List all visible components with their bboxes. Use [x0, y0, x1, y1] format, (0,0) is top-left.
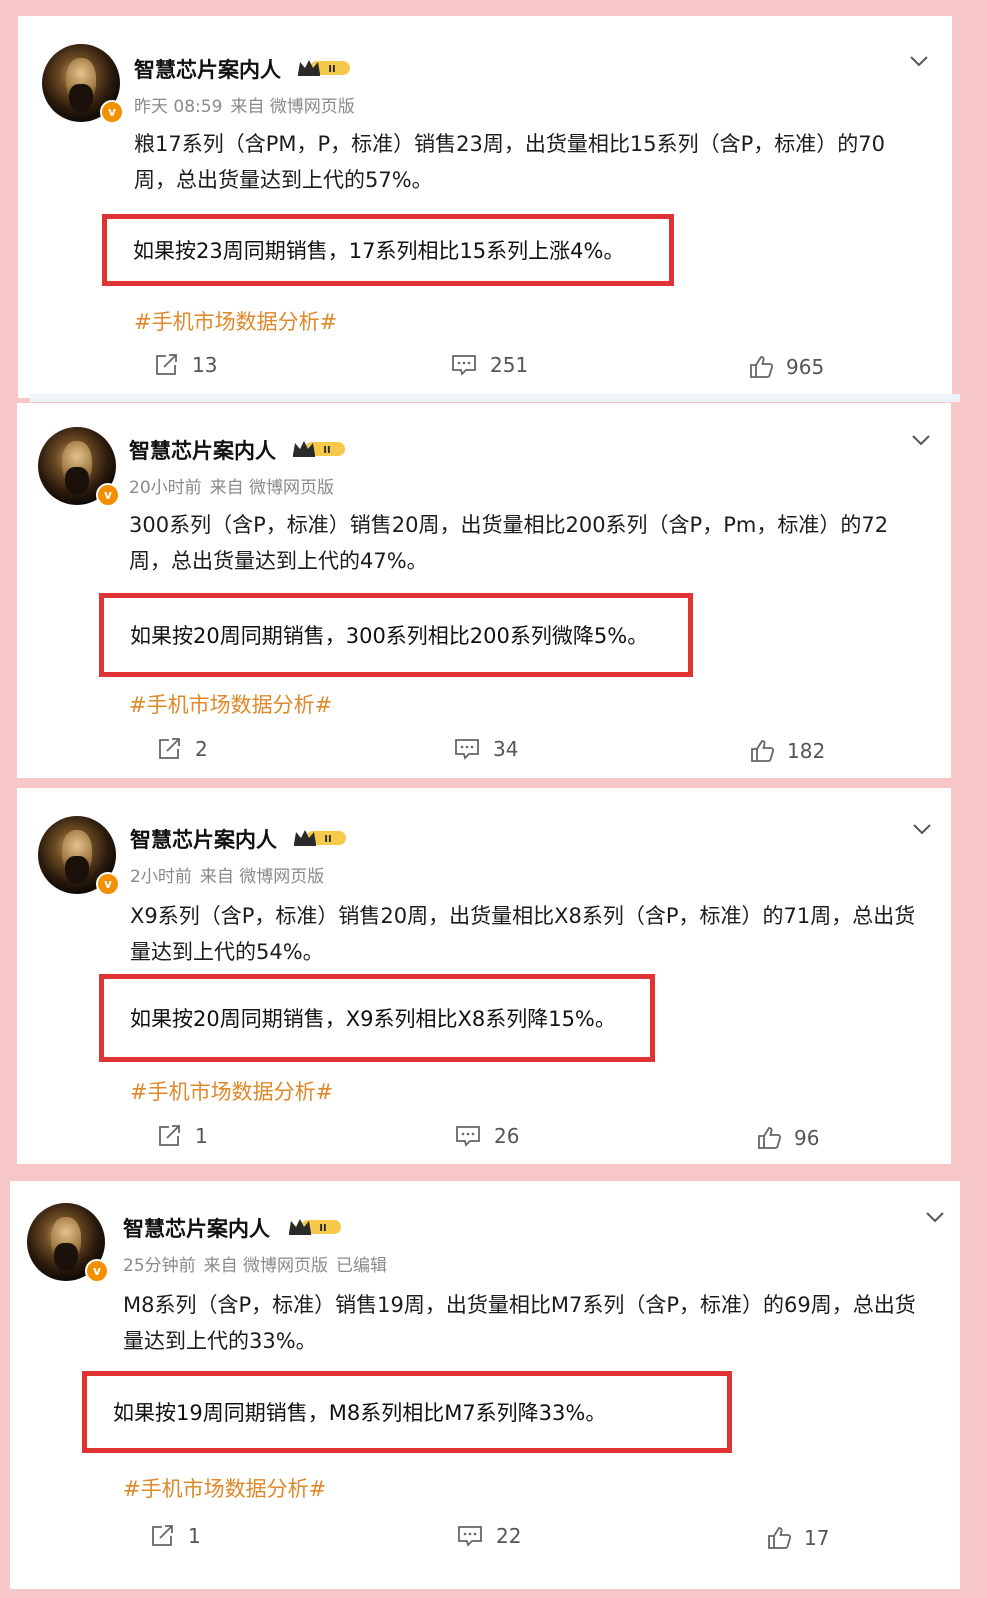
repost-count: 1	[188, 1524, 201, 1548]
chevron-down-icon[interactable]	[908, 54, 930, 68]
repost-button[interactable]: 1	[157, 1124, 208, 1148]
comment-count: 34	[493, 737, 519, 761]
comment-icon	[452, 355, 476, 376]
repost-button[interactable]: 1	[150, 1524, 201, 1548]
post-source: 来自 微博网页版	[209, 478, 335, 498]
user-avatar[interactable]: v	[42, 44, 124, 124]
repost-icon	[152, 1525, 173, 1546]
post-meta: 2小时前 来自 微博网页版	[130, 862, 340, 887]
username-link[interactable]: 智慧芯片案内人	[130, 824, 277, 854]
repost-icon	[159, 738, 180, 759]
crown-level-icon: II	[298, 60, 350, 76]
hashtag-link[interactable]: #手机市场数据分析#	[130, 1076, 333, 1106]
highlight-box: 如果按19周同期销售，M8系列相比M7系列降33%。	[82, 1371, 732, 1453]
post-body: X9系列（含P，标准）销售20周，出货量相比X8系列（含P，标准）的71周，总出…	[130, 904, 916, 964]
verified-badge-icon: v	[96, 483, 120, 507]
post-source: 来自 微博网页版	[203, 1256, 329, 1276]
like-button[interactable]: 182	[749, 738, 825, 764]
level-text: II	[323, 445, 330, 456]
comment-icon	[455, 739, 479, 760]
highlight-text: 如果按20周同期销售，X9系列相比X8系列降15%。	[130, 1007, 616, 1031]
chevron-down-icon[interactable]	[910, 433, 932, 447]
comment-button[interactable]: 251	[450, 353, 528, 377]
hashtag-link[interactable]: #手机市场数据分析#	[123, 1473, 326, 1503]
crown-level-icon: II	[294, 830, 346, 846]
post-time[interactable]: 昨天 08:59	[134, 97, 222, 117]
post-edited: 已编辑	[336, 1256, 388, 1276]
avatar-beard	[54, 1243, 78, 1271]
chevron-down-icon[interactable]	[924, 1210, 946, 1224]
like-button[interactable]: 17	[766, 1525, 829, 1551]
comment-count: 26	[494, 1124, 520, 1148]
avatar-beard	[69, 84, 93, 112]
avatar-beard	[65, 856, 89, 884]
post-time[interactable]: 20小时前	[129, 478, 202, 498]
weibo-post-card: v 智慧芯片案内人 II 昨天 08:59 来自 微博网页版 粮17系列（含PM，…	[18, 16, 952, 398]
post-time[interactable]: 2小时前	[130, 867, 192, 887]
comment-button[interactable]: 34	[453, 737, 518, 761]
repost-count: 2	[195, 737, 208, 761]
like-button[interactable]: 96	[756, 1125, 819, 1151]
weibo-post-card: v 智慧芯片案内人 II 25分钟前 来自 微博网页版 已编辑 M8系列（含P，标准…	[10, 1181, 960, 1589]
highlight-text: 如果按23周同期销售，17系列相比15系列上涨4%。	[133, 239, 625, 263]
verified-badge-icon: v	[85, 1259, 109, 1283]
chevron-down-icon[interactable]	[911, 822, 933, 836]
crown-level-icon: II	[289, 1219, 341, 1235]
verified-badge-icon: v	[96, 872, 120, 896]
feed-divider	[30, 394, 960, 402]
user-avatar[interactable]: v	[38, 427, 120, 507]
like-count: 17	[804, 1526, 830, 1550]
weibo-post-card: v 智慧芯片案内人 II 20小时前 来自 微博网页版 300系列（含P，标准）销…	[17, 403, 951, 778]
weibo-post-card: v 智慧芯片案内人 II 2小时前 来自 微博网页版 X9系列（含P，标准）销售2…	[17, 788, 951, 1164]
username-link[interactable]: 智慧芯片案内人	[129, 435, 276, 465]
username-link[interactable]: 智慧芯片案内人	[134, 54, 281, 84]
comment-icon	[456, 1126, 480, 1147]
highlight-box: 如果按20周同期销售，X9系列相比X8系列降15%。	[99, 974, 655, 1062]
post-body: 300系列（含P，标准）销售20周，出货量相比200系列（含P，Pm，标准）的7…	[129, 513, 889, 573]
level-text: II	[319, 1223, 326, 1234]
hashtag-link[interactable]: #手机市场数据分析#	[129, 689, 332, 719]
verified-badge-icon: v	[100, 100, 124, 124]
comment-button[interactable]: 26	[454, 1124, 519, 1148]
comment-button[interactable]: 22	[456, 1524, 521, 1548]
level-text: II	[328, 64, 335, 75]
highlight-text: 如果按20周同期销售，300系列相比200系列微降5%。	[130, 624, 649, 648]
post-body: 粮17系列（含PM，P，标准）销售23周，出货量相比15系列（含P，标准）的70…	[134, 132, 885, 192]
like-count: 965	[786, 355, 825, 379]
user-avatar[interactable]: v	[27, 1203, 109, 1283]
repost-button[interactable]: 2	[157, 737, 208, 761]
user-avatar[interactable]: v	[38, 816, 120, 896]
like-count: 182	[787, 739, 826, 763]
username-link[interactable]: 智慧芯片案内人	[123, 1213, 270, 1243]
thumbs-up-icon	[750, 356, 774, 378]
thumbs-up-icon	[758, 1127, 782, 1149]
crown-level-icon: II	[293, 441, 345, 457]
post-meta: 20小时前 来自 微博网页版	[129, 473, 350, 498]
highlight-box: 如果按23周同期销售，17系列相比15系列上涨4%。	[102, 214, 674, 286]
like-button[interactable]: 965	[748, 354, 824, 380]
repost-count: 1	[195, 1124, 208, 1148]
thumbs-up-icon	[768, 1527, 792, 1549]
highlight-text: 如果按19周同期销售，M8系列相比M7系列降33%。	[113, 1401, 607, 1425]
level-text: II	[324, 834, 331, 845]
repost-icon	[156, 354, 177, 375]
comment-icon	[458, 1526, 482, 1547]
comment-count: 22	[496, 1524, 522, 1548]
post-source: 来自 微博网页版	[199, 867, 325, 887]
repost-icon	[159, 1125, 180, 1146]
avatar-beard	[65, 467, 89, 495]
repost-count: 13	[192, 353, 218, 377]
post-meta: 昨天 08:59 来自 微博网页版	[134, 92, 371, 117]
post-time[interactable]: 25分钟前	[123, 1256, 196, 1276]
post-source: 来自 微博网页版	[230, 97, 355, 117]
like-count: 96	[794, 1126, 820, 1150]
hashtag-link[interactable]: #手机市场数据分析#	[134, 306, 337, 336]
repost-button[interactable]: 13	[154, 353, 217, 377]
thumbs-up-icon	[751, 740, 775, 762]
post-meta: 25分钟前 来自 微博网页版 已编辑	[123, 1251, 395, 1276]
post-body: M8系列（含P，标准）销售19周，出货量相比M7系列（含P，标准）的69周，总出…	[123, 1293, 916, 1353]
highlight-box: 如果按20周同期销售，300系列相比200系列微降5%。	[99, 593, 693, 677]
comment-count: 251	[490, 353, 529, 377]
